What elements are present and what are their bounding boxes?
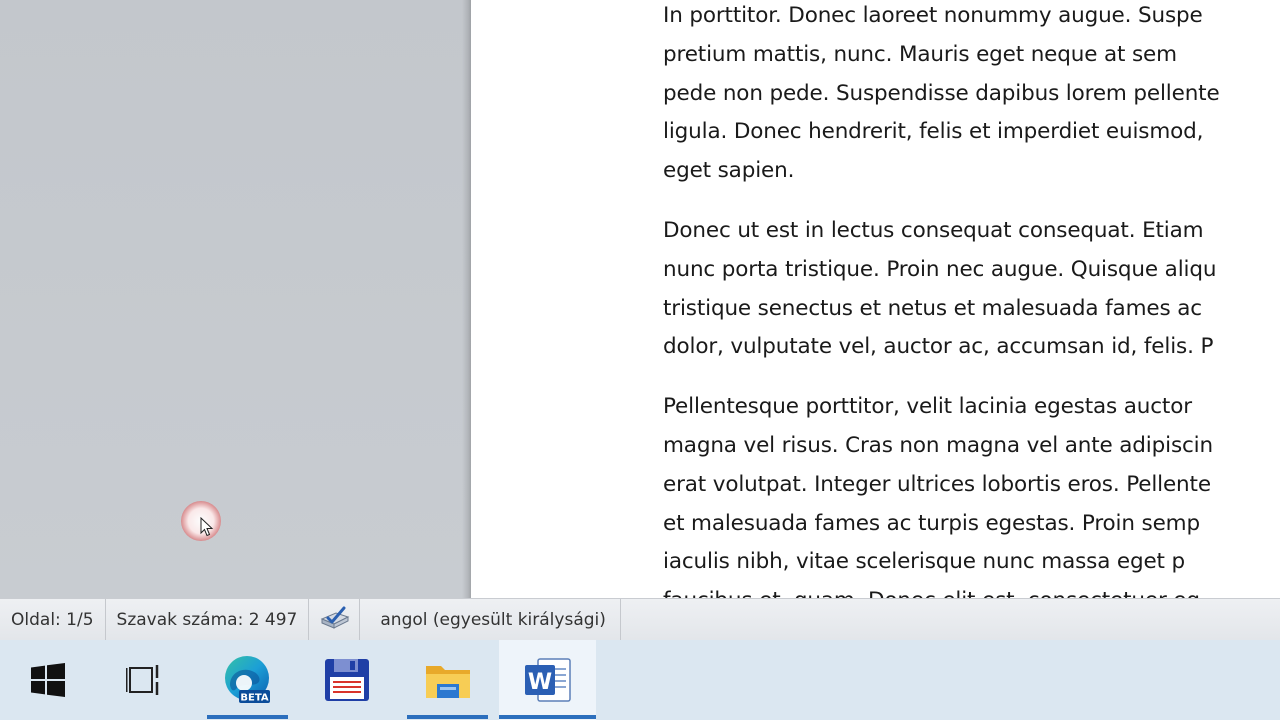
start-button[interactable] [0, 640, 96, 720]
text-line: et malesuada fames ac turpis egestas. Pr… [663, 510, 1200, 536]
document-workspace: In porttitor. Donec laoreet nonummy augu… [0, 0, 1280, 598]
paragraph[interactable]: Pellentesque porttitor, velit lacinia eg… [663, 388, 1280, 598]
document-page[interactable]: In porttitor. Donec laoreet nonummy augu… [471, 0, 1280, 598]
text-line: eget sapien. [663, 158, 795, 184]
file-explorer-icon [425, 666, 470, 698]
floppy-app-button[interactable] [306, 640, 387, 720]
text-line: pretium mattis, nunc. Mauris eget neque … [663, 41, 1177, 67]
edge-beta-button[interactable]: BETA [207, 640, 288, 720]
task-view-icon [126, 665, 159, 695]
text-line: magna vel risus. Cras non magna vel ante… [663, 432, 1213, 458]
running-indicator [407, 715, 488, 719]
proofing-check-icon[interactable] [317, 604, 353, 636]
word-letter: W [527, 670, 551, 695]
text-line: nunc porta tristique. Proin nec augue. Q… [663, 256, 1217, 282]
word-count[interactable]: Szavak száma: 2 497 [106, 598, 310, 641]
word-button[interactable]: W [499, 640, 596, 720]
mouse-cursor-icon [200, 517, 214, 537]
text-line: faucibus et, quam. Donec elit est, conse… [663, 582, 1280, 598]
running-indicator [207, 715, 288, 719]
text-line: In porttitor. Donec laoreet nonummy augu… [663, 3, 1203, 28]
floppy-save-icon [324, 659, 369, 701]
edge-beta-badge: BETA [240, 693, 268, 704]
paragraph[interactable]: In porttitor. Donec laoreet nonummy augu… [663, 0, 1280, 191]
windows-start-icon [31, 663, 65, 697]
document-text[interactable]: In porttitor. Donec laoreet nonummy augu… [663, 0, 1280, 598]
paragraph[interactable]: Donec ut est in lectus consequat consequ… [663, 212, 1280, 367]
edge-beta-icon: BETA [224, 656, 270, 704]
proofing-status[interactable] [309, 598, 361, 641]
text-line: pede non pede. Suspendisse dapibus lorem… [663, 80, 1220, 106]
file-explorer-button[interactable] [407, 640, 488, 720]
language-indicator[interactable]: angol (egyesült királysági) [360, 598, 621, 641]
word-icon: W [524, 658, 571, 702]
task-view-button[interactable] [96, 640, 192, 720]
text-line: dolor, vulputate vel, auctor ac, accumsa… [663, 334, 1214, 360]
text-line: Donec ut est in lectus consequat consequ… [663, 217, 1204, 243]
text-line: iaculis nibh, vitae scelerisque nunc mas… [663, 549, 1186, 575]
taskbar: BETA W [0, 640, 1280, 720]
running-indicator [499, 715, 596, 719]
text-line: tristique senectus et netus et malesuada… [663, 295, 1202, 321]
text-line: Pellentesque porttitor, velit lacinia eg… [663, 394, 1192, 420]
text-line: erat volutpat. Integer ultrices lobortis… [663, 471, 1211, 497]
page-count[interactable]: Oldal: 1/5 [0, 598, 106, 641]
text-line: ligula. Donec hendrerit, felis et imperd… [663, 119, 1204, 145]
status-bar: Oldal: 1/5 Szavak száma: 2 497 angol (eg… [0, 598, 1280, 641]
